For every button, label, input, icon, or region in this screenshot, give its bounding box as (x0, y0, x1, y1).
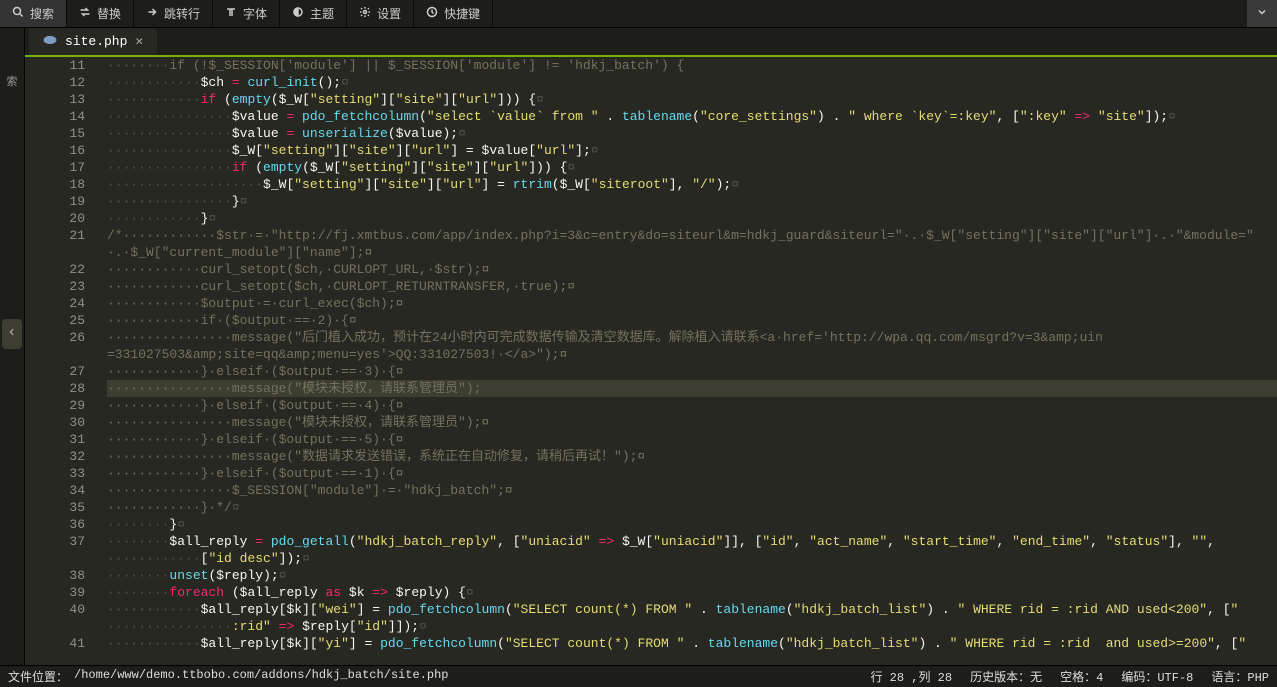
goto-menu[interactable]: 跳转行 (134, 0, 213, 27)
line-number: 11 (25, 57, 85, 74)
tab-filename: site.php (65, 34, 127, 49)
language-status[interactable]: 语言：PHP (1211, 668, 1269, 685)
line-number: 28 (25, 380, 85, 397)
shortcuts-label: 快捷键 (444, 5, 480, 22)
search-label: 搜索 (30, 5, 54, 22)
indent-status[interactable]: 空格：4 (1060, 668, 1103, 685)
line-number: 12 (25, 74, 85, 91)
keyboard-icon (426, 6, 438, 22)
settings-label: 设置 (377, 5, 401, 22)
toolbar: 搜索 替换 跳转行 字体 主题 设置 快捷键 (0, 0, 1277, 28)
line-number: 33 (25, 465, 85, 482)
search-icon (12, 6, 24, 22)
line-number (25, 618, 85, 635)
line-number: 22 (25, 261, 85, 278)
search-menu[interactable]: 搜索 (0, 0, 67, 27)
goto-icon (146, 6, 158, 22)
line-number: 32 (25, 448, 85, 465)
line-number: 29 (25, 397, 85, 414)
replace-menu[interactable]: 替换 (67, 0, 134, 27)
goto-label: 跳转行 (164, 5, 200, 22)
chevron-down-icon (1256, 6, 1268, 22)
shortcuts-menu[interactable]: 快捷键 (414, 0, 493, 27)
line-number: 34 (25, 482, 85, 499)
history-status[interactable]: 历史版本：无 (970, 668, 1042, 685)
line-number: 25 (25, 312, 85, 329)
line-number (25, 346, 85, 363)
line-number (25, 244, 85, 261)
line-number: 41 (25, 635, 85, 652)
file-path: /home/www/demo.ttbobo.com/addons/hdkj_ba… (74, 668, 448, 685)
code-content[interactable]: ········if (!$_SESSION['module'] || $_SE… (107, 57, 1277, 652)
line-number: 21 (25, 227, 85, 244)
line-number: 31 (25, 431, 85, 448)
tab-bar: site.php ✕ (25, 28, 1277, 57)
line-number: 20 (25, 210, 85, 227)
file-path-label: 文件位置： (8, 668, 68, 685)
line-number: 27 (25, 363, 85, 380)
tab-site-php[interactable]: site.php ✕ (29, 28, 157, 55)
line-number: 37 (25, 533, 85, 550)
cursor-position[interactable]: 行 28 ,列 28 (870, 668, 952, 685)
line-number: 15 (25, 125, 85, 142)
theme-icon (292, 6, 304, 22)
line-number: 39 (25, 584, 85, 601)
left-panel: 索 (0, 28, 25, 665)
main-area: 索 site.php ✕ 111213141516171819202122232… (0, 28, 1277, 665)
active-line: ················message("模块未授权，请联系管理员"); (107, 380, 1277, 397)
replace-icon (79, 6, 91, 22)
line-number (25, 550, 85, 567)
line-number: 16 (25, 142, 85, 159)
toolbar-expand[interactable] (1247, 0, 1277, 27)
chevron-left-icon (7, 326, 17, 342)
editor-column: site.php ✕ 11121314151617181920212223242… (25, 28, 1277, 665)
line-number: 17 (25, 159, 85, 176)
line-number: 19 (25, 193, 85, 210)
close-icon: ✕ (135, 34, 143, 49)
status-bar: 文件位置： /home/www/demo.ttbobo.com/addons/h… (0, 665, 1277, 687)
font-icon (225, 6, 237, 22)
font-label: 字体 (243, 5, 267, 22)
replace-label: 替换 (97, 5, 121, 22)
line-number: 26 (25, 329, 85, 346)
encoding-status[interactable]: 编码：UTF-8 (1121, 668, 1193, 685)
line-number: 18 (25, 176, 85, 193)
font-menu[interactable]: 字体 (213, 0, 280, 27)
line-number: 40 (25, 601, 85, 618)
settings-menu[interactable]: 设置 (347, 0, 414, 27)
line-number: 35 (25, 499, 85, 516)
line-number: 38 (25, 567, 85, 584)
left-panel-label: 索 (7, 73, 18, 89)
line-number-gutter: 1112131415161718192021 2223242526 27282930… (25, 57, 107, 652)
tab-close-button[interactable]: ✕ (135, 34, 143, 49)
theme-menu[interactable]: 主题 (280, 0, 347, 27)
line-number: 14 (25, 108, 85, 125)
line-number: 13 (25, 91, 85, 108)
line-number: 24 (25, 295, 85, 312)
php-file-icon (43, 34, 57, 49)
panel-collapse-handle[interactable] (2, 319, 22, 349)
line-number: 36 (25, 516, 85, 533)
theme-label: 主题 (310, 5, 334, 22)
gear-icon (359, 6, 371, 22)
line-number: 23 (25, 278, 85, 295)
line-number: 30 (25, 414, 85, 431)
editor[interactable]: 1112131415161718192021 2223242526 27282930… (25, 57, 1277, 665)
